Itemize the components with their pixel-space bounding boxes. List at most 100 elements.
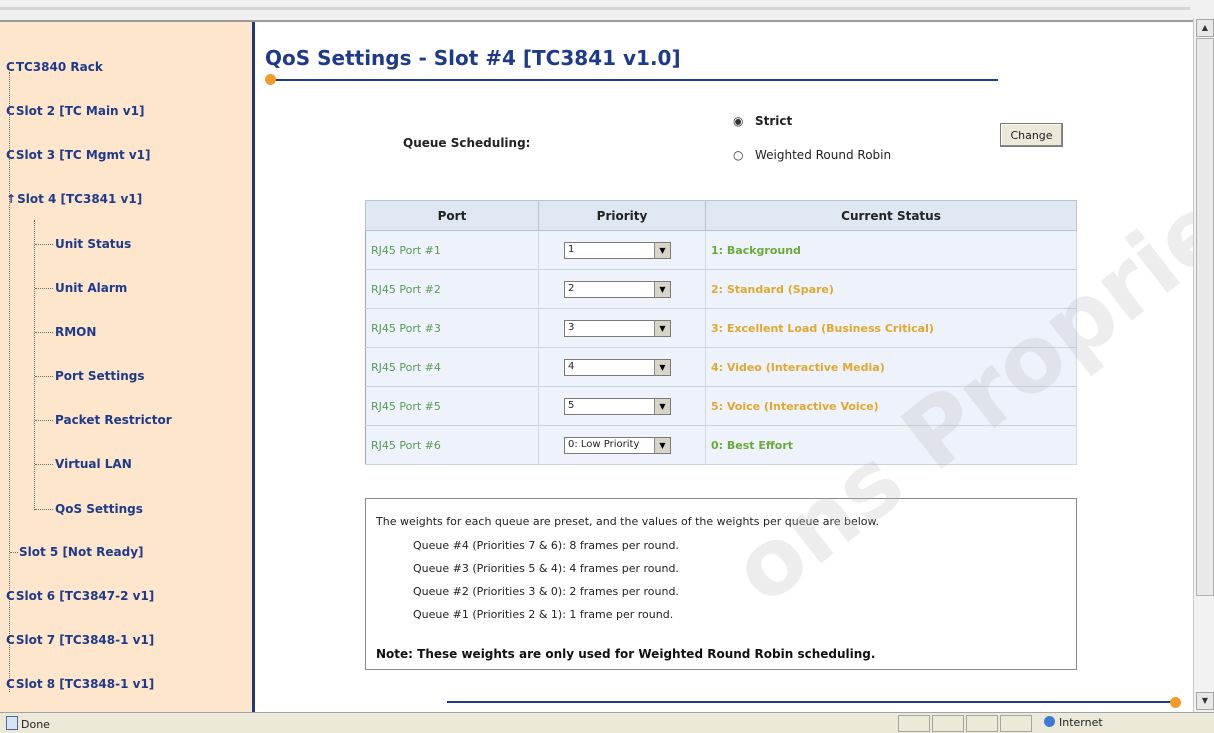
scroll-down-icon[interactable]: ▼ bbox=[1196, 692, 1214, 710]
dropdown-arrow-icon[interactable]: ▼ bbox=[654, 281, 670, 297]
sidebar-item-slot-7[interactable]: CSlot 7 [TC3848-1 v1] bbox=[6, 633, 154, 647]
status-cell: 2: Standard (Spare) bbox=[705, 269, 1077, 309]
sidebar-item-unit-alarm[interactable]: Unit Alarm bbox=[55, 281, 127, 295]
priority-value: 0: Low Priority bbox=[568, 438, 640, 450]
tree-branch bbox=[35, 376, 53, 377]
status-cell: 1: Background bbox=[705, 230, 1077, 270]
port-cell: RJ45 Port #1 bbox=[365, 230, 539, 270]
bottom-rule bbox=[447, 701, 1175, 703]
sidebar-item-slot-8[interactable]: CSlot 8 [TC3848-1 v1] bbox=[6, 677, 154, 691]
priority-select[interactable]: 3 ▼ bbox=[564, 319, 671, 337]
priority-cell: 1 ▼ bbox=[538, 230, 706, 270]
table-row: RJ45 Port #1 1 ▼ 1: Background bbox=[365, 230, 1077, 270]
expand-icon: ↑ bbox=[6, 192, 17, 206]
sidebar-item-unit-status[interactable]: Unit Status bbox=[55, 237, 131, 251]
collapse-icon: C bbox=[6, 677, 15, 691]
tree-branch bbox=[35, 288, 53, 289]
column-header-port: Port bbox=[365, 200, 539, 231]
main-content: QoS Settings - Slot #4 [TC3841 v1.0] Que… bbox=[255, 22, 1187, 712]
sidebar-item-slot-4[interactable]: ↑Slot 4 [TC3841 v1] bbox=[6, 192, 142, 206]
dropdown-arrow-icon[interactable]: ▼ bbox=[654, 359, 670, 375]
table-header-row: Port Priority Current Status bbox=[365, 200, 1077, 231]
dropdown-arrow-icon[interactable]: ▼ bbox=[654, 320, 670, 336]
queue-weight-3: Queue #3 (Priorities 5 & 4): 4 frames pe… bbox=[413, 562, 679, 575]
weights-info-box: The weights for each queue are preset, a… bbox=[365, 498, 1077, 670]
vertical-scrollbar[interactable]: ▲ ▼ bbox=[1193, 18, 1214, 712]
sidebar-item-virtual-lan[interactable]: Virtual LAN bbox=[55, 457, 132, 471]
scroll-thumb[interactable] bbox=[1196, 38, 1214, 596]
sidebar-item-rmon[interactable]: RMON bbox=[55, 325, 96, 339]
status-zone: Internet bbox=[1044, 716, 1103, 729]
priority-value: 2 bbox=[568, 282, 575, 294]
tree-branch bbox=[10, 552, 18, 553]
priority-select[interactable]: 0: Low Priority ▼ bbox=[564, 436, 671, 454]
tree-branch bbox=[35, 244, 53, 245]
priority-cell: 5 ▼ bbox=[538, 386, 706, 426]
table-row: RJ45 Port #2 2 ▼ 2: Standard (Spare) bbox=[365, 269, 1077, 309]
radio-strict-label: Strict bbox=[755, 114, 793, 128]
page-done-icon bbox=[6, 716, 18, 730]
port-cell: RJ45 Port #2 bbox=[365, 269, 539, 309]
sidebar-item-slot-3[interactable]: CSlot 3 [TC Mgmt v1] bbox=[6, 148, 151, 162]
column-header-priority: Priority bbox=[538, 200, 706, 231]
port-cell: RJ45 Port #5 bbox=[365, 386, 539, 426]
dropdown-arrow-icon[interactable]: ▼ bbox=[654, 242, 670, 258]
table-row: RJ45 Port #5 5 ▼ 5: Voice (Interactive Voic… bbox=[365, 386, 1077, 426]
status-done: Done bbox=[6, 716, 50, 731]
table-row: RJ45 Port #6 0: Low Priority ▼ 0: Best Effo… bbox=[365, 425, 1077, 465]
sidebar-nav: CTC3840 Rack CSlot 2 [TC Main v1] CSlot … bbox=[0, 22, 255, 712]
weights-intro: The weights for each queue are preset, a… bbox=[376, 515, 880, 528]
qos-port-table: Port Priority Current Status RJ45 Port #… bbox=[365, 200, 1077, 465]
sidebar-item-port-settings[interactable]: Port Settings bbox=[55, 369, 145, 383]
radio-unselected-icon: ○ bbox=[733, 148, 744, 162]
collapse-icon: C bbox=[6, 589, 15, 603]
status-panel bbox=[932, 715, 964, 732]
priority-select[interactable]: 4 ▼ bbox=[564, 358, 671, 376]
collapse-icon: C bbox=[6, 60, 15, 74]
port-cell: RJ45 Port #3 bbox=[365, 308, 539, 348]
table-row: RJ45 Port #3 3 ▼ 3: Excellent Load (Busines… bbox=[365, 308, 1077, 348]
status-panel bbox=[966, 715, 998, 732]
priority-value: 5 bbox=[568, 399, 575, 411]
change-button[interactable]: Change bbox=[1000, 123, 1063, 147]
priority-cell: 0: Low Priority ▼ bbox=[538, 425, 706, 465]
radio-weighted-round-robin[interactable]: ○ Weighted Round Robin bbox=[733, 148, 891, 162]
queue-scheduling-label: Queue Scheduling: bbox=[403, 136, 531, 150]
port-cell: RJ45 Port #6 bbox=[365, 425, 539, 465]
priority-select[interactable]: 5 ▼ bbox=[564, 397, 671, 415]
dropdown-arrow-icon[interactable]: ▼ bbox=[654, 437, 670, 453]
sidebar-item-tc3840-rack[interactable]: CTC3840 Rack bbox=[6, 60, 103, 74]
tree-line-slot4 bbox=[34, 220, 35, 510]
page-title: QoS Settings - Slot #4 [TC3841 v1.0] bbox=[265, 46, 681, 70]
radio-strict[interactable]: ◉ Strict bbox=[733, 114, 792, 128]
priority-select[interactable]: 2 ▼ bbox=[564, 280, 671, 298]
collapse-icon: C bbox=[6, 148, 15, 162]
queue-weight-4: Queue #4 (Priorities 7 & 6): 8 frames pe… bbox=[413, 539, 679, 552]
title-underline bbox=[270, 79, 998, 81]
queue-weight-1: Queue #1 (Priorities 2 & 1): 1 frame per… bbox=[413, 608, 674, 621]
globe-icon bbox=[1044, 716, 1055, 727]
priority-cell: 3 ▼ bbox=[538, 308, 706, 348]
queue-weight-2: Queue #2 (Priorities 3 & 0): 2 frames pe… bbox=[413, 585, 679, 598]
priority-cell: 2 ▼ bbox=[538, 269, 706, 309]
sidebar-item-qos-settings[interactable]: QoS Settings bbox=[55, 502, 143, 516]
status-panel bbox=[898, 715, 930, 732]
table-row: RJ45 Port #4 4 ▼ 4: Video (Interactive Medi… bbox=[365, 347, 1077, 387]
sidebar-item-slot-2[interactable]: CSlot 2 [TC Main v1] bbox=[6, 104, 144, 118]
port-cell: RJ45 Port #4 bbox=[365, 347, 539, 387]
sidebar-item-slot-6[interactable]: CSlot 6 [TC3847-2 v1] bbox=[6, 589, 154, 603]
tree-branch bbox=[35, 509, 53, 510]
status-cell: 4: Video (Interactive Media) bbox=[705, 347, 1077, 387]
status-panel bbox=[1000, 715, 1032, 732]
tree-branch bbox=[35, 332, 53, 333]
sidebar-item-slot-5[interactable]: Slot 5 [Not Ready] bbox=[19, 545, 144, 559]
priority-select[interactable]: 1 ▼ bbox=[564, 241, 671, 259]
scroll-up-icon[interactable]: ▲ bbox=[1196, 19, 1214, 37]
browser-top-frame bbox=[0, 0, 1214, 22]
radio-wrr-label: Weighted Round Robin bbox=[755, 148, 892, 162]
table-body: RJ45 Port #1 1 ▼ 1: Background RJ45 Port #2 2… bbox=[365, 230, 1077, 465]
priority-value: 3 bbox=[568, 321, 575, 333]
priority-cell: 4 ▼ bbox=[538, 347, 706, 387]
dropdown-arrow-icon[interactable]: ▼ bbox=[654, 398, 670, 414]
sidebar-item-packet-restrictor[interactable]: Packet Restrictor bbox=[55, 413, 172, 427]
